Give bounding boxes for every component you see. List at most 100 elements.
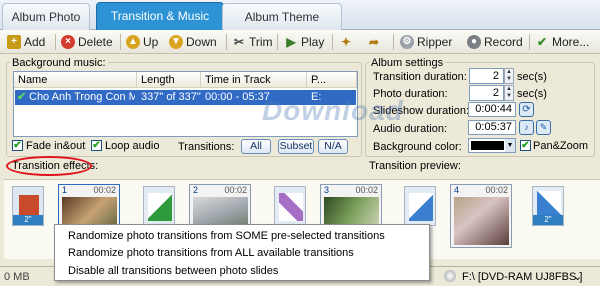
audio-edit-icon[interactable]: ✎: [536, 120, 551, 135]
transitions-subset-button[interactable]: Subset: [278, 139, 314, 154]
fade-label: Fade in&out: [26, 140, 86, 152]
transition-thumb: [537, 191, 561, 215]
gear-icon: ⚙: [400, 35, 414, 49]
checkmark-icon: ✔: [536, 35, 548, 49]
photo-duration-input[interactable]: 2: [469, 85, 504, 101]
record-button[interactable]: ● Record: [466, 32, 523, 52]
record-icon: ●: [467, 35, 481, 49]
column-name[interactable]: Name: [14, 72, 137, 88]
watermark: Download: [262, 95, 404, 126]
menu-item-disable-all[interactable]: Disable all transitions between photo sl…: [68, 264, 278, 278]
tab-album-photo[interactable]: Album Photo: [2, 3, 90, 30]
magic-wand-icon: ✦: [340, 35, 352, 49]
frame-duration: 00:02: [485, 185, 508, 195]
column-path[interactable]: P...: [307, 72, 357, 88]
fade-checkbox[interactable]: ✔: [12, 140, 23, 151]
play-button[interactable]: ▶ Play: [283, 32, 324, 52]
transition-duration-stepper[interactable]: ▲ ▼: [504, 68, 514, 84]
chevron-down-icon[interactable]: ⌄: [573, 270, 585, 284]
effect-tool-button[interactable]: ✦: [338, 32, 354, 52]
background-music-title: Background music:: [10, 57, 108, 69]
trim-label: Trim: [249, 35, 273, 49]
transition-slot[interactable]: 2": [12, 186, 44, 226]
up-button[interactable]: ▲ Up: [125, 32, 158, 52]
toolbar-separator: [55, 34, 56, 50]
transition-duration: 2": [533, 215, 563, 225]
music-row-time: 00:00 - 05:37: [205, 91, 270, 103]
delete-button[interactable]: × Delete: [60, 32, 113, 52]
loop-checkbox[interactable]: ✔: [91, 140, 102, 151]
add-label: Add: [24, 35, 46, 49]
play-icon: ▶: [286, 35, 296, 49]
column-length[interactable]: Length: [137, 72, 201, 88]
tab-album-theme[interactable]: Album Theme: [222, 3, 342, 30]
tab-transition-music[interactable]: Transition & Music: [96, 2, 224, 31]
play-label: Play: [301, 35, 325, 49]
toolbar-separator: [529, 34, 530, 50]
photo-duration-unit: sec(s): [517, 88, 547, 100]
drive-label[interactable]: F:\ [DVD-RAM UJ8FBS ]: [462, 271, 582, 284]
transitions-context-menu: Randomize photo transitions from SOME pr…: [54, 224, 430, 281]
transition-slot[interactable]: 2": [532, 186, 564, 226]
trim-button[interactable]: ✂ Trim: [231, 32, 273, 52]
transition-preview-label: Transition preview:: [369, 160, 461, 172]
transition-thumb: [409, 193, 433, 221]
transitions-na-button[interactable]: N/A: [318, 139, 348, 154]
loop-label: Loop audio: [105, 140, 160, 152]
refresh-icon[interactable]: ⟳: [519, 102, 534, 117]
menu-item-randomize-some[interactable]: Randomize photo transitions from SOME pr…: [68, 229, 385, 243]
column-time-in-track[interactable]: Time in Track: [201, 72, 307, 88]
slideshow-duration-value: 0:00:44: [468, 102, 516, 117]
photo-frame[interactable]: 4 00:02: [450, 184, 512, 248]
color-swatch: [471, 141, 504, 150]
frame-number: 1: [62, 185, 68, 195]
more-button[interactable]: ✔ More...: [534, 32, 589, 52]
album-settings-title: Album settings: [369, 57, 446, 69]
down-arrow-icon: ▼: [169, 35, 183, 49]
scissors-icon: ✂: [233, 35, 245, 49]
app-window: Album Photo Transition & Music Album The…: [0, 0, 600, 286]
ripper-button[interactable]: ⚙ Ripper: [399, 32, 452, 52]
ripper-label: Ripper: [417, 35, 453, 49]
checkmark-icon: ✔: [17, 91, 27, 103]
highlight-circle: [6, 156, 92, 176]
more-label: More...: [552, 35, 590, 49]
toolbar-separator: [120, 34, 121, 50]
arrow-swap-icon: ➦: [368, 35, 380, 49]
menu-item-randomize-all[interactable]: Randomize photo transitions from ALL ava…: [68, 246, 354, 260]
down-label: Down: [186, 35, 217, 49]
tab-bar: Album Photo Transition & Music Album The…: [0, 0, 600, 31]
toolbar: + Add × Delete ▲ Up ▼ Down ✂ Trim ▶ Play ✦ ➦ ⚙…: [0, 30, 600, 54]
photo-thumbnail: [454, 197, 509, 245]
transitions-all-button[interactable]: All: [241, 139, 271, 154]
transition-thumb: [148, 193, 172, 221]
photo-duration-stepper[interactable]: ▲ ▼: [504, 85, 514, 101]
panzoom-label: Pan&Zoom: [533, 140, 589, 152]
audio-trim-icon[interactable]: ♪: [519, 120, 534, 135]
panzoom-checkbox[interactable]: ✔: [520, 140, 531, 151]
add-icon: +: [7, 35, 21, 49]
up-arrow-icon: ▲: [126, 35, 140, 49]
transition-duration-input[interactable]: 2: [469, 68, 504, 84]
background-color-select[interactable]: ▼: [468, 138, 516, 153]
transition-thumb: [19, 195, 39, 215]
transition-slot[interactable]: [404, 186, 436, 226]
frame-number: 2: [193, 185, 199, 195]
down-button[interactable]: ▼ Down: [168, 32, 217, 52]
background-color-label: Background color:: [373, 141, 462, 153]
transition-tool-button[interactable]: ➦: [366, 32, 382, 52]
record-label: Record: [484, 35, 523, 49]
transition-slot[interactable]: [143, 186, 175, 226]
toolbar-separator: [277, 34, 278, 50]
music-row-name: Cho Anh Trong Con Mu...: [29, 91, 135, 103]
transition-duration: 2": [13, 215, 43, 225]
disc-icon: [444, 270, 456, 282]
music-row-length: 337" of 337": [141, 91, 201, 103]
delete-icon: ×: [61, 35, 75, 49]
toolbar-separator: [226, 34, 227, 50]
frame-number: 3: [324, 185, 330, 195]
add-button[interactable]: + Add: [6, 32, 45, 52]
transition-slot[interactable]: [274, 186, 306, 226]
frame-number: 4: [454, 185, 460, 195]
transition-thumb: [279, 193, 303, 221]
